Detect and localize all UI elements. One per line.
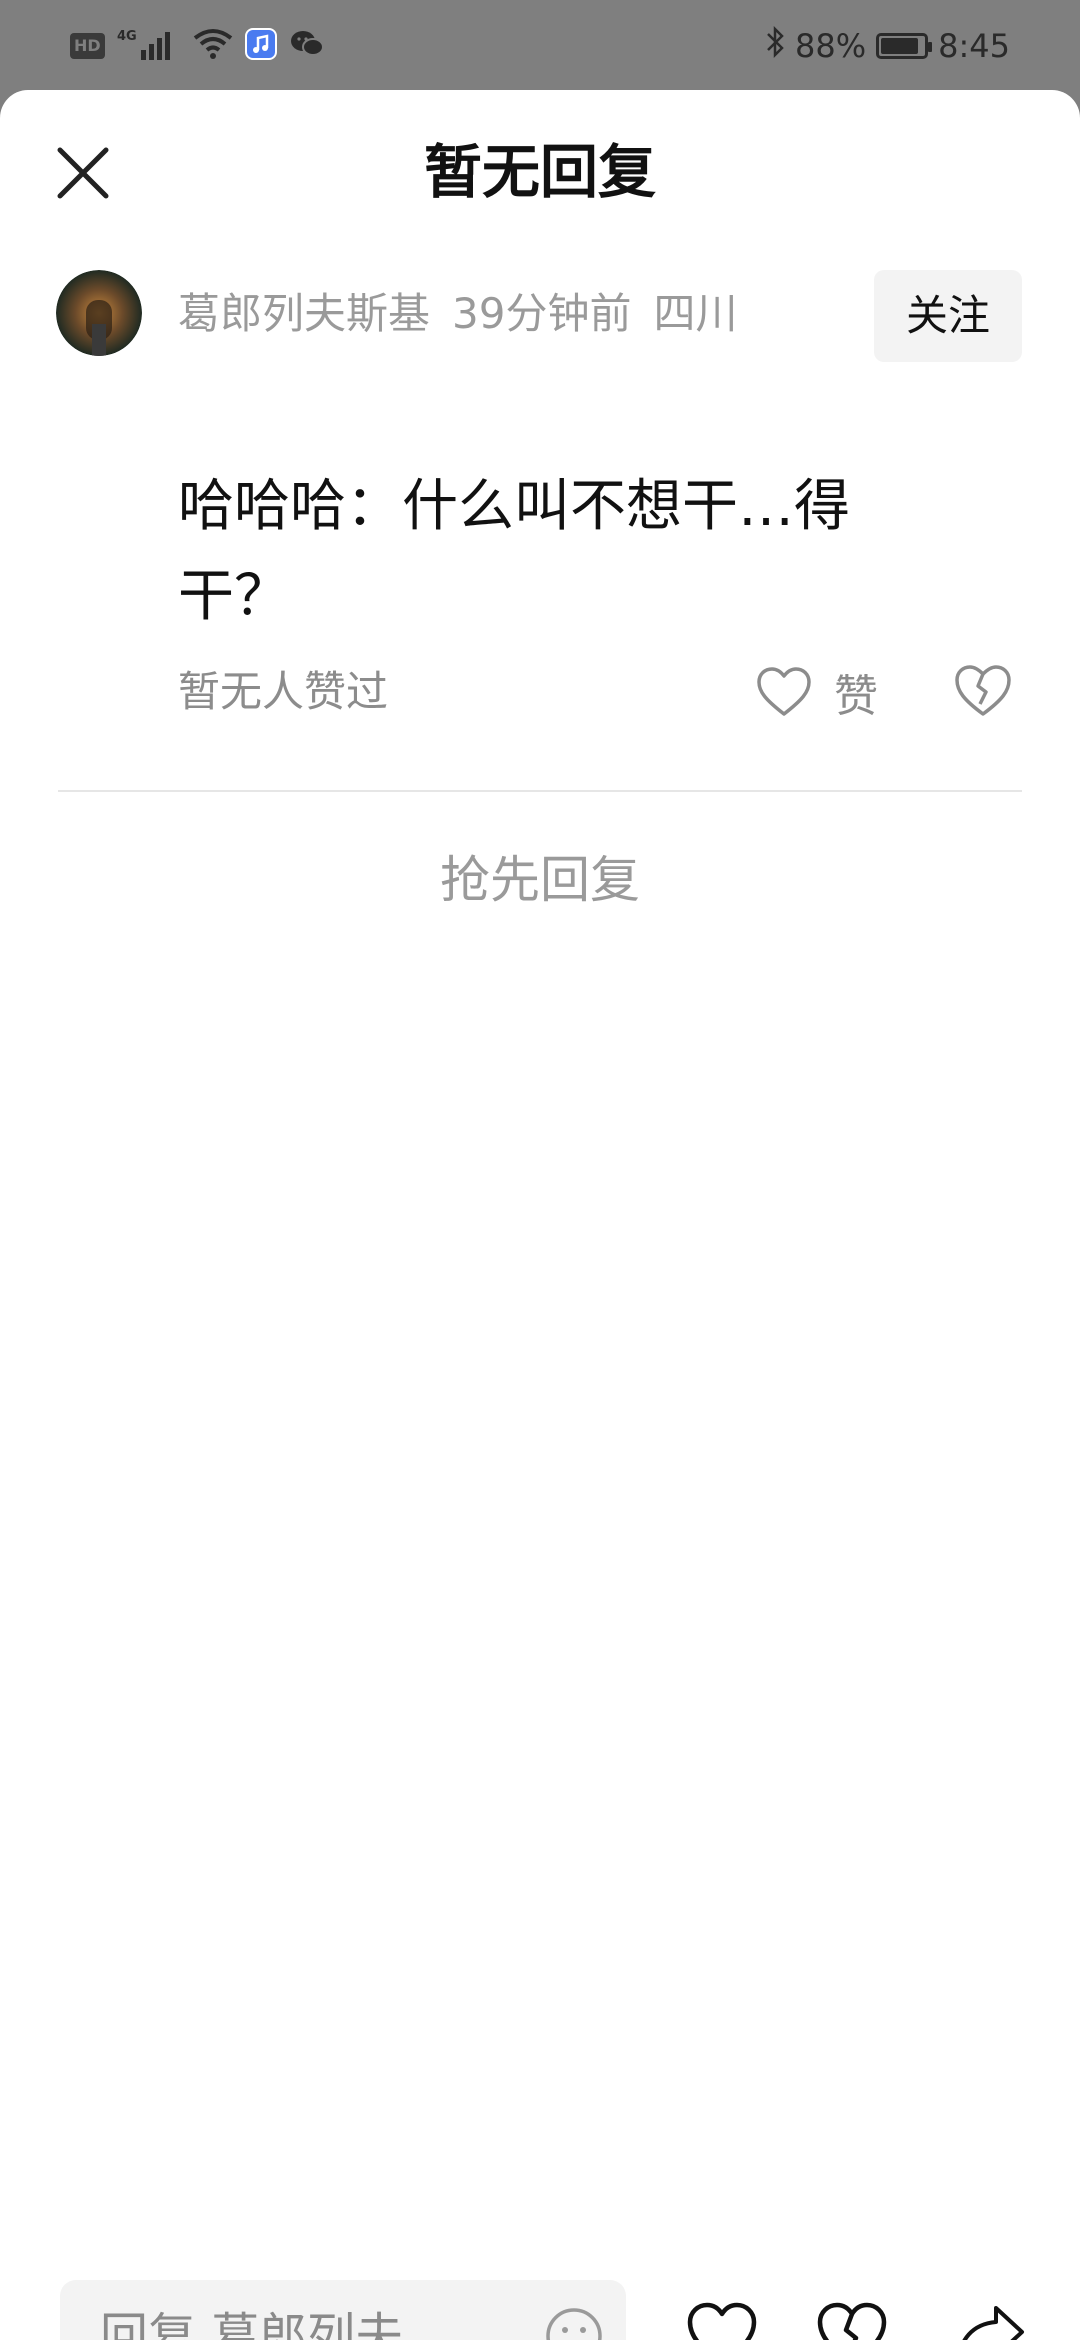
share-button[interactable] [954, 2300, 1026, 2340]
share-icon [962, 2306, 1024, 2340]
emoji-icon [546, 2308, 602, 2340]
like-button[interactable]: 赞 [756, 658, 878, 726]
status-bar-left: HD 4G [70, 26, 325, 66]
wechat-icon [289, 29, 325, 63]
battery-percent: 88% [795, 27, 867, 65]
likes-summary: 暂无人赞过 [178, 667, 389, 716]
wifi-icon [193, 28, 233, 64]
reply-input[interactable]: 回复 葛郎列夫... [60, 2280, 626, 2340]
hd-icon: HD [70, 33, 105, 59]
emoji-button[interactable] [544, 2306, 604, 2340]
battery-icon [876, 33, 933, 59]
page-title: 暂无回复 [423, 138, 656, 206]
broken-heart-icon [955, 665, 1011, 716]
battery-level [881, 38, 919, 54]
bluetooth-icon [765, 25, 785, 67]
heart-icon [687, 2302, 757, 2340]
timestamp: 39分钟前 [452, 289, 632, 338]
broken-heart-icon [817, 2302, 887, 2340]
dislike-button[interactable] [952, 662, 1014, 724]
follow-button[interactable]: 关注 [874, 270, 1022, 362]
location: 四川 [653, 289, 738, 338]
signal-icon: 4G [117, 26, 181, 66]
divider [58, 790, 1022, 792]
first-reply-button[interactable]: 抢先回复 [0, 840, 1080, 920]
status-bar-right: 88% 8:45 [765, 24, 1010, 68]
like-label: 赞 [834, 671, 878, 722]
bottom-dislike-button[interactable] [816, 2300, 888, 2340]
svg-text:4G: 4G [117, 29, 137, 44]
bottom-like-button[interactable] [686, 2300, 758, 2340]
clock: 8:45 [938, 27, 1010, 65]
reply-sheet: 暂无回复 葛郎列夫斯基 39分钟前 四川 关注 哈哈哈：什么叫不想干…得干？ 暂无人… [0, 90, 1080, 2340]
comment-meta: 葛郎列夫斯基 39分钟前 四川 [178, 286, 759, 342]
music-app-icon [244, 28, 277, 64]
comment-text: 哈哈哈：什么叫不想干…得干？ [178, 474, 850, 629]
avatar[interactable] [56, 270, 142, 356]
status-bar: HD 4G 88% 8:45 [0, 0, 1080, 92]
heart-icon [757, 667, 811, 716]
username[interactable]: 葛郎列夫斯基 [178, 289, 430, 338]
